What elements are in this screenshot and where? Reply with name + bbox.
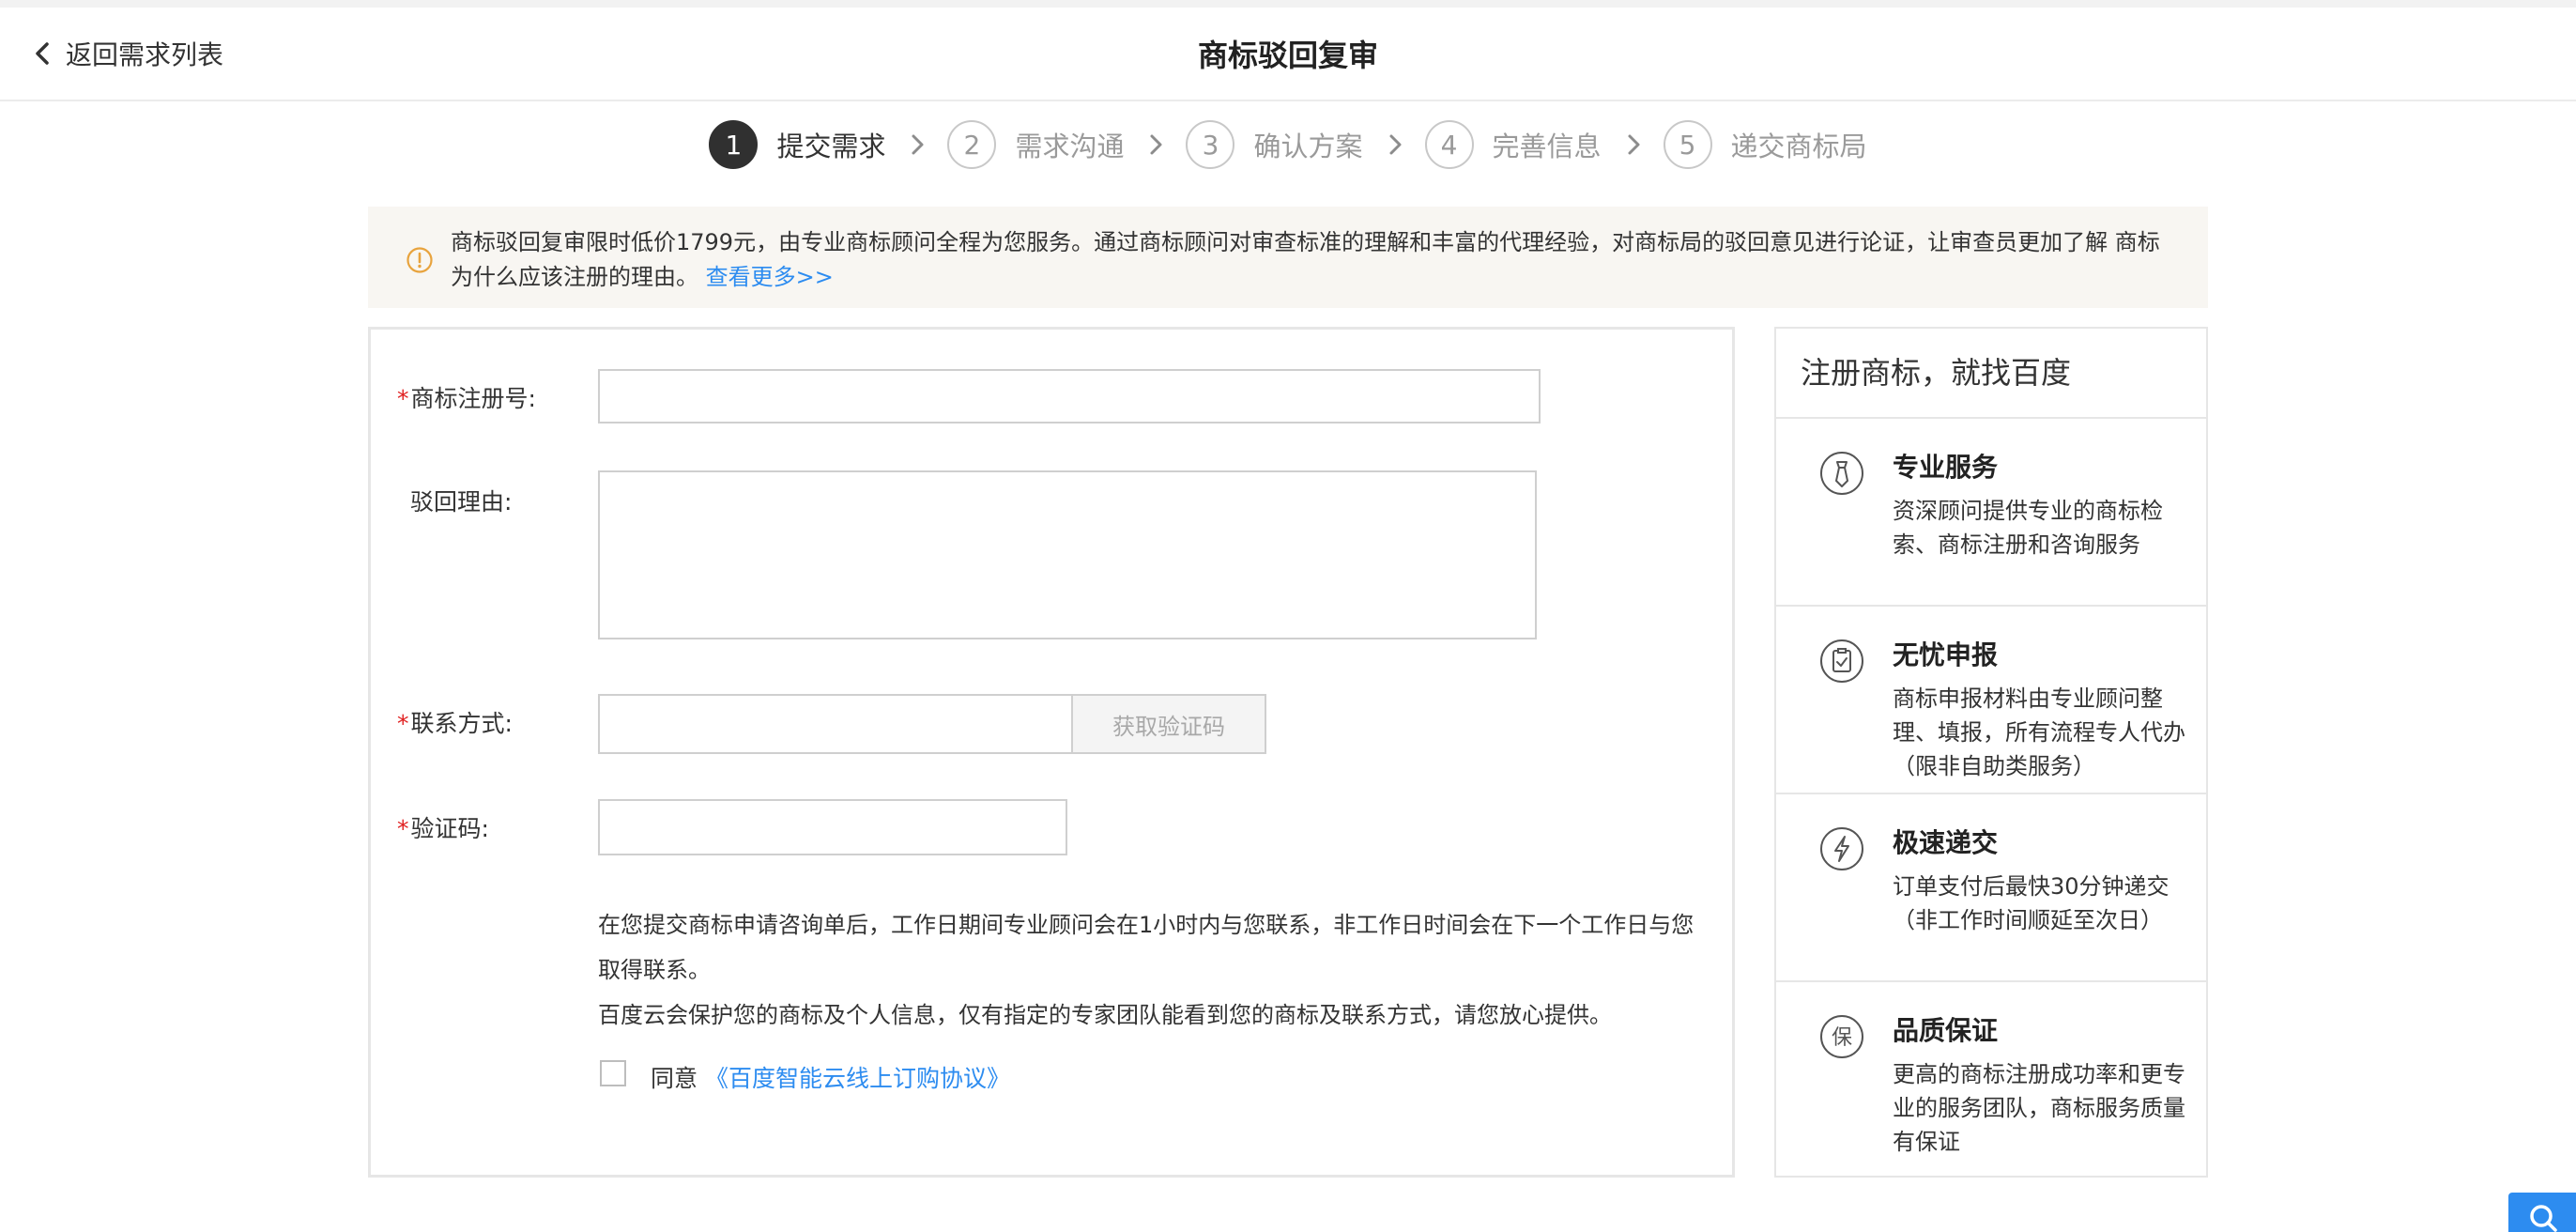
- benefits-panel: 注册商标，就找百度 专业服务 资深顾问提供专业的商标检索、商标注册和咨询服务 无…: [1774, 327, 2208, 1178]
- step-2: 2 需求沟通: [947, 120, 1124, 169]
- reg-no-input[interactable]: [598, 369, 1541, 424]
- lightning-icon: [1820, 827, 1863, 870]
- agree-text: 同意 《百度智能云线上订购协议》: [651, 1060, 1010, 1094]
- benefit-item: 专业服务 资深顾问提供专业的商标检索、商标注册和咨询服务: [1776, 417, 2206, 605]
- chevron-right-icon: [1150, 134, 1162, 155]
- step-5: 5 递交商标局: [1663, 120, 1867, 169]
- chevron-right-icon: [1628, 134, 1640, 155]
- request-form: *商标注册号: 驳回理由: *联系方式: 获取验证码 *验证码: 在您提交商标申…: [368, 327, 1735, 1178]
- chevron-right-icon: [912, 134, 924, 155]
- agree-checkbox[interactable]: [600, 1060, 626, 1086]
- step-label: 递交商标局: [1730, 131, 1867, 162]
- code-input[interactable]: [598, 799, 1067, 855]
- required-mark: *: [397, 710, 409, 737]
- step-label: 提交需求: [776, 131, 886, 162]
- desc-line: 百度云会保护您的商标及个人信息，仅有指定的专家团队能看到您的商标及联系方式，请您…: [598, 1002, 1612, 1028]
- benefit-title: 品质保证: [1893, 1015, 1999, 1046]
- contact-input[interactable]: [598, 694, 1073, 754]
- step-number: 4: [1424, 120, 1474, 169]
- benefit-title: 无忧申报: [1893, 639, 1999, 670]
- step-1: 1 提交需求: [709, 120, 885, 169]
- step-label: 完善信息: [1492, 131, 1602, 162]
- page-header: 返回需求列表 商标驳回复审: [0, 8, 2576, 101]
- contact-notice: 在您提交商标申请咨询单后，工作日期间专业顾问会在1小时内与您联系，非工作日时间会…: [598, 902, 1715, 1038]
- agreement-link[interactable]: 《百度智能云线上订购协议》: [705, 1065, 1010, 1092]
- required-mark: *: [397, 815, 409, 842]
- tie-icon: [1820, 452, 1863, 495]
- step-number: 3: [1186, 120, 1235, 169]
- search-icon: [2530, 1205, 2557, 1232]
- side-title: 注册商标，就找百度: [1801, 355, 2072, 391]
- benefit-title: 专业服务: [1893, 452, 1999, 483]
- see-more-link[interactable]: 查看更多>>: [706, 264, 834, 290]
- reason-textarea[interactable]: [598, 470, 1537, 639]
- step-number: 5: [1663, 120, 1712, 169]
- reason-label: 驳回理由:: [410, 488, 513, 516]
- floating-search-button[interactable]: [2508, 1193, 2576, 1232]
- get-code-button[interactable]: 获取验证码: [1071, 694, 1266, 754]
- desc-line: 取得联系。: [598, 957, 711, 983]
- benefit-title: 极速递交: [1893, 827, 1999, 858]
- benefit-desc: 订单支付后最快30分钟递交（非工作时间顺延至次日）: [1893, 873, 2170, 933]
- chevron-right-icon: [1389, 134, 1401, 155]
- page-title: 商标驳回复审: [1197, 38, 1378, 73]
- step-label: 需求沟通: [1015, 131, 1125, 162]
- benefit-item: 无忧申报 商标申报材料由专业顾问整理、填报，所有流程专人代办（限非自助类服务）: [1776, 605, 2206, 793]
- step-3: 3 确认方案: [1186, 120, 1363, 169]
- benefit-desc: 资深顾问提供专业的商标检索、商标注册和咨询服务: [1893, 498, 2163, 558]
- notice-text: 商标驳回复审限时低价1799元，由专业商标顾问全程为您服务。通过商标顾问对审查标…: [451, 225, 2170, 308]
- step-label: 确认方案: [1253, 131, 1363, 162]
- benefit-desc: 更高的商标注册成功率和更专业的服务团队，商标服务质量有保证: [1893, 1061, 2185, 1155]
- benefit-item: 极速递交 订单支付后最快30分钟递交（非工作时间顺延至次日）: [1776, 793, 2206, 980]
- progress-steps: 1 提交需求 2 需求沟通 3 确认方案 4 完善信息 5 递交商标局: [0, 118, 2576, 171]
- benefit-item: 保 品质保证 更高的商标注册成功率和更专业的服务团队，商标服务质量有保证: [1776, 980, 2206, 1178]
- step-4: 4 完善信息: [1424, 120, 1602, 169]
- notice-banner: 商标驳回复审限时低价1799元，由专业商标顾问全程为您服务。通过商标顾问对审查标…: [368, 207, 2208, 308]
- code-label: *验证码:: [397, 815, 489, 842]
- guarantee-icon: 保: [1820, 1015, 1863, 1058]
- svg-text:保: 保: [1832, 1026, 1852, 1050]
- contact-label: *联系方式:: [397, 710, 513, 737]
- desc-line: 在您提交商标申请咨询单后，工作日期间专业顾问会在1小时内与您联系，非工作日时间会…: [598, 912, 1694, 938]
- top-strip: [0, 0, 2576, 8]
- step-number: 1: [709, 120, 759, 169]
- required-mark: *: [397, 385, 409, 412]
- benefit-desc: 商标申报材料由专业顾问整理、填报，所有流程专人代办（限非自助类服务）: [1893, 685, 2185, 779]
- clipboard-check-icon: [1820, 639, 1863, 683]
- reg-no-label: *商标注册号:: [397, 385, 536, 412]
- agree-prefix: 同意: [651, 1065, 698, 1092]
- info-circle-icon: [406, 247, 433, 273]
- step-number: 2: [947, 120, 997, 169]
